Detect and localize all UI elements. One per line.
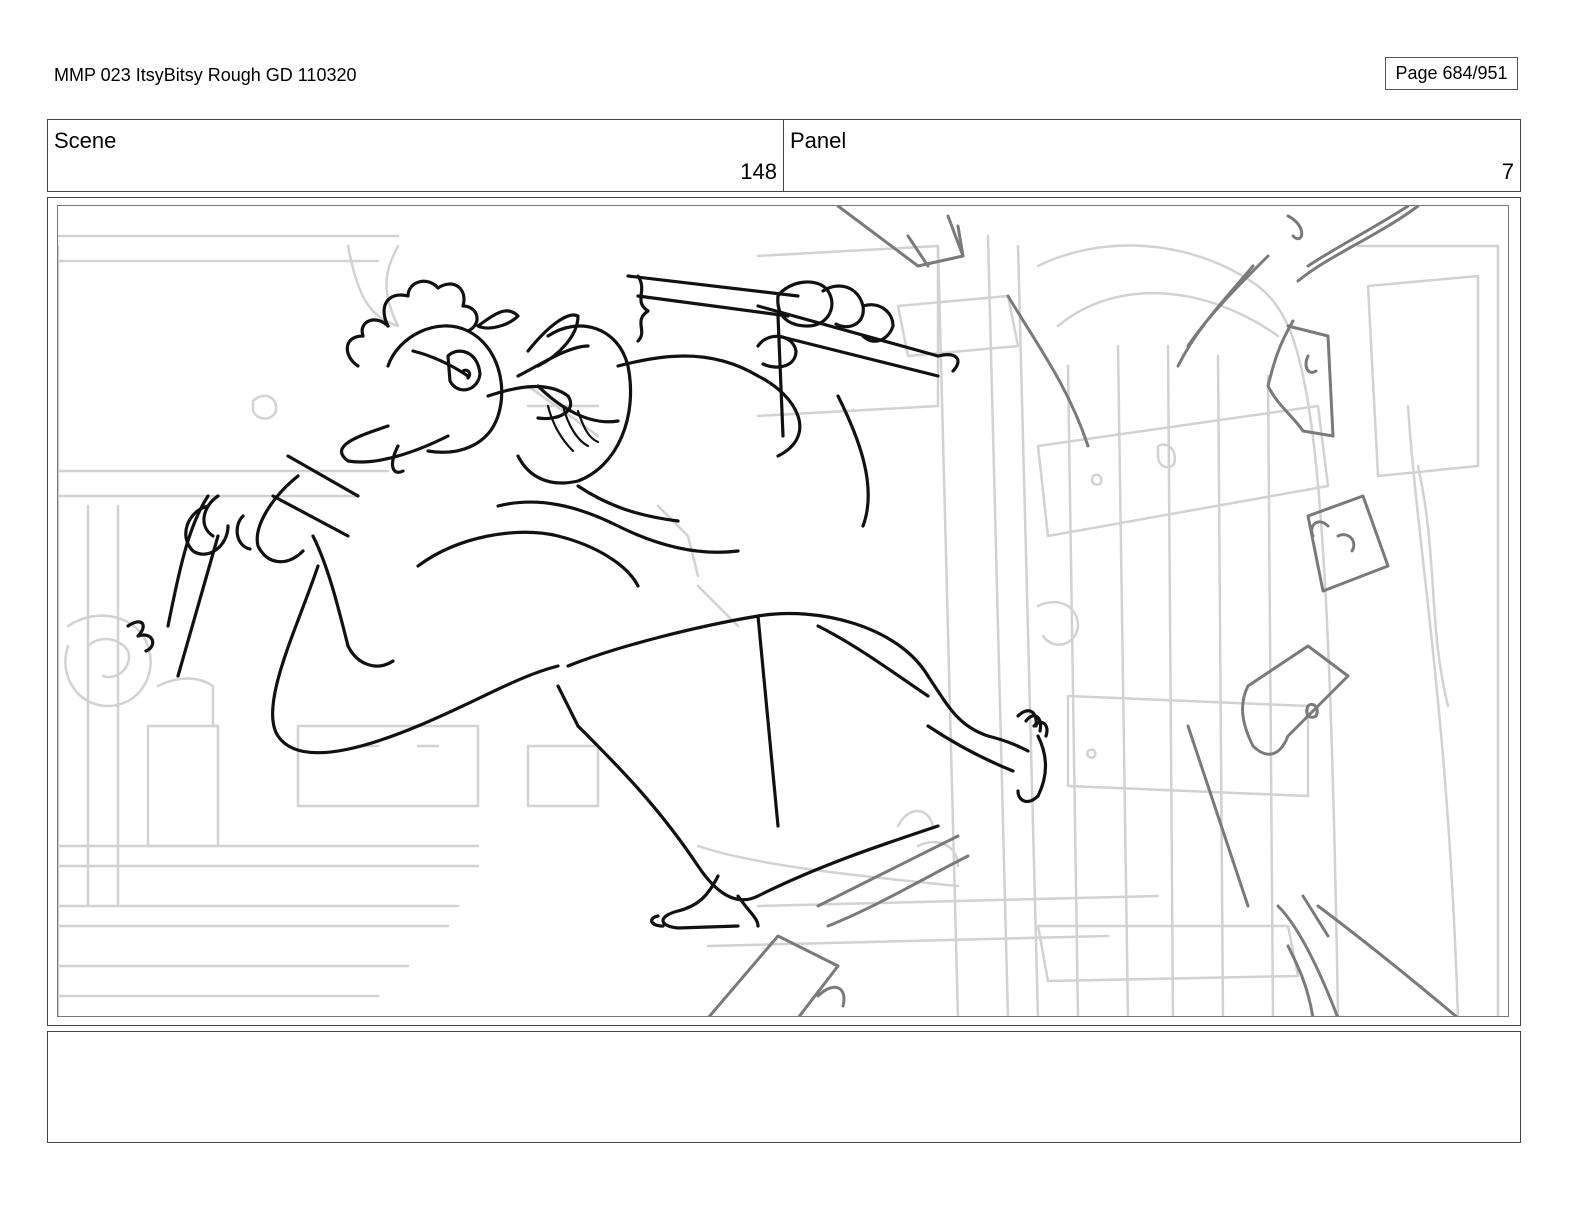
panel-cell: Panel 7 — [784, 120, 1520, 191]
panel-label: Panel — [790, 128, 847, 153]
scene-panel-header: Scene 148 Panel 7 — [47, 119, 1521, 192]
page-indicator: Page 684/951 — [1385, 57, 1518, 90]
storyboard-sketch-icon — [58, 206, 1500, 1016]
scene-label: Scene — [54, 128, 117, 153]
notes-box — [47, 1031, 1521, 1143]
character-sketch — [126, 274, 1049, 930]
scene-cell: Scene 148 — [48, 120, 784, 191]
scene-number: 148 — [740, 159, 777, 184]
storyboard-image — [57, 205, 1509, 1017]
panel-number: 7 — [1501, 159, 1514, 184]
storyboard-frame — [47, 197, 1521, 1026]
document-title: MMP 023 ItsyBitsy Rough GD 110320 — [54, 65, 357, 85]
flying-splinters-sketch — [707, 206, 1458, 1016]
